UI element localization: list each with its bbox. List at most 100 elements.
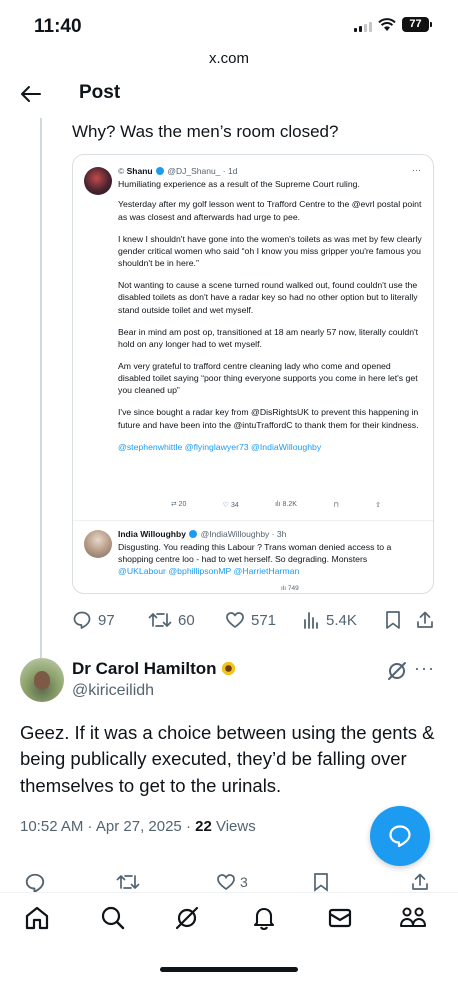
embed-reply-handle: @IndiaWilloughby xyxy=(200,529,270,539)
compose-reply-button[interactable] xyxy=(370,806,430,866)
post-time: 10:52 AM · Apr 27, 2025 · xyxy=(20,818,196,835)
like-count: 571 xyxy=(251,611,277,629)
embedded-screenshot[interactable]: © Shanu @DJ_Shanu_ · 1d ··· Humiliating … xyxy=(72,154,434,594)
embed-like-stat: ♡ 34 xyxy=(222,502,239,509)
embed-like-count: 34 xyxy=(230,502,239,509)
tab-grok[interactable] xyxy=(172,903,202,933)
embed-repost-count: 20 xyxy=(178,501,187,508)
post-text: Geez. If it was a choice between using t… xyxy=(20,722,435,796)
avatar xyxy=(84,530,112,558)
url-bar[interactable]: x.com xyxy=(0,50,458,72)
repost-button[interactable]: 60 xyxy=(148,610,195,630)
divider xyxy=(73,520,433,521)
tab-notifications[interactable] xyxy=(249,903,279,933)
embed-actions: ⮂ 20 ♡ 34 ılı 8.2K ⊓ ⇧ xyxy=(171,501,381,509)
reply-bubble-icon xyxy=(389,825,411,848)
post-timestamp: 10:52 AM · Apr 27, 2025 · 22 Views xyxy=(20,818,256,835)
reply-button[interactable] xyxy=(24,872,46,892)
embed-reply-views: ılı 749 xyxy=(281,585,299,592)
heart-icon xyxy=(226,612,244,628)
author-name[interactable]: Dr Carol Hamilton xyxy=(72,659,236,679)
repost-icon xyxy=(148,613,172,627)
like-button[interactable]: 571 xyxy=(225,610,276,630)
embed-author-name: Shanu xyxy=(126,166,153,176)
embed-paragraph: Humiliating experience as a result of th… xyxy=(118,179,360,189)
parent-post-text: Why? Was the men’s room closed? xyxy=(72,122,339,141)
embed-repost-stat: ⮂ 20 xyxy=(171,501,187,508)
embed-paragraph: I knew I shouldn't have gone into the wo… xyxy=(118,233,422,269)
page-title: Post xyxy=(79,82,121,103)
embed-reply-text: Disgusting. You reading this Labour ? Tr… xyxy=(118,542,392,564)
embed-author-handle: @DJ_Shanu_ xyxy=(167,166,221,176)
author-handle[interactable]: @kiriceilidh xyxy=(72,682,154,700)
like-button[interactable]: 3 xyxy=(216,872,248,892)
embed-author-line: © Shanu @DJ_Shanu_ · 1d xyxy=(118,166,238,176)
embed-paragraph: Am very grateful to trafford centre clea… xyxy=(118,360,418,396)
tab-messages[interactable] xyxy=(325,903,355,933)
repost-button[interactable] xyxy=(116,872,140,892)
bookmark-icon xyxy=(386,611,400,629)
reply-count: 97 xyxy=(98,611,115,629)
post-header: Post xyxy=(0,80,458,108)
thread-line xyxy=(40,118,42,658)
embed-paragraph: Yesterday after my golf lesson went to T… xyxy=(118,199,422,222)
embed-reply-author-name: India Willoughby xyxy=(118,529,186,539)
signal-icon xyxy=(354,22,372,32)
tab-search[interactable] xyxy=(98,903,128,933)
search-icon xyxy=(101,906,125,930)
home-indicator xyxy=(160,967,298,972)
sunflower-emoji-icon xyxy=(220,661,236,676)
more-icon: ··· xyxy=(412,165,421,175)
bookmark-icon xyxy=(314,873,328,892)
avatar[interactable] xyxy=(20,658,64,702)
share-button[interactable] xyxy=(410,872,430,892)
views-button[interactable]: 5.4K xyxy=(302,610,357,630)
tab-communities[interactable] xyxy=(398,903,428,933)
heart-icon xyxy=(217,874,235,891)
post-views-label: Views xyxy=(211,818,256,835)
grok-icon xyxy=(175,906,199,930)
embed-mentions: @stephenwhittle @flyinglawyer73 @IndiaWi… xyxy=(118,441,322,452)
communities-icon xyxy=(400,907,426,927)
grok-icon[interactable] xyxy=(386,660,408,682)
avatar xyxy=(84,167,112,195)
reply-button[interactable]: 97 xyxy=(72,610,115,630)
status-bar: 11:40 77 xyxy=(0,0,458,50)
tab-home[interactable] xyxy=(22,903,52,933)
wifi-icon xyxy=(378,18,396,31)
messages-icon xyxy=(328,908,352,928)
embed-reply-views-count: 749 xyxy=(287,585,299,592)
author-name-text: Dr Carol Hamilton xyxy=(72,659,217,678)
embed-share-icon: ⇧ xyxy=(375,502,381,509)
like-count: 3 xyxy=(240,874,248,890)
embed-body: Humiliating experience as a result of th… xyxy=(118,178,423,462)
home-icon xyxy=(25,906,49,930)
views-icon xyxy=(304,612,318,629)
back-arrow-icon[interactable] xyxy=(20,83,42,105)
bookmark-button[interactable] xyxy=(312,872,330,892)
embed-views-stat: ılı 8.2K xyxy=(275,501,297,508)
battery-icon: 77 xyxy=(402,17,432,32)
verified-badge-icon xyxy=(189,530,198,538)
more-options-icon[interactable]: ··· xyxy=(414,658,435,679)
embed-reply-time: 3h xyxy=(276,529,287,539)
bookmark-button[interactable] xyxy=(384,610,402,630)
embed-reply-author-line: India Willoughby @IndiaWilloughby · 3h xyxy=(118,529,287,539)
post-actions: 97 60 571 5.4K xyxy=(72,610,438,634)
share-icon xyxy=(417,611,433,628)
reply-icon xyxy=(25,873,45,892)
embed-paragraph: Not wanting to cause a scene turned roun… xyxy=(118,280,418,315)
verified-badge-icon xyxy=(155,167,164,175)
status-time: 11:40 xyxy=(34,16,82,37)
share-button[interactable] xyxy=(415,610,435,630)
embed-reply-mentions: @UKLabour @bphillipsonMP @HarrietHarman xyxy=(118,566,300,576)
embed-bookmark-icon: ⊓ xyxy=(333,502,339,509)
post-views-count: 22 xyxy=(195,818,212,835)
embed-time: 1d xyxy=(227,166,238,176)
embed-paragraph: Bear in mind am post op, transitioned at… xyxy=(118,326,419,349)
bottom-nav xyxy=(0,892,458,946)
repost-icon xyxy=(116,875,140,889)
notifications-icon xyxy=(253,907,275,931)
embed-reply-body: Disgusting. You reading this Labour ? Tr… xyxy=(118,541,418,577)
embed-views-count: 8.2K xyxy=(282,501,297,508)
